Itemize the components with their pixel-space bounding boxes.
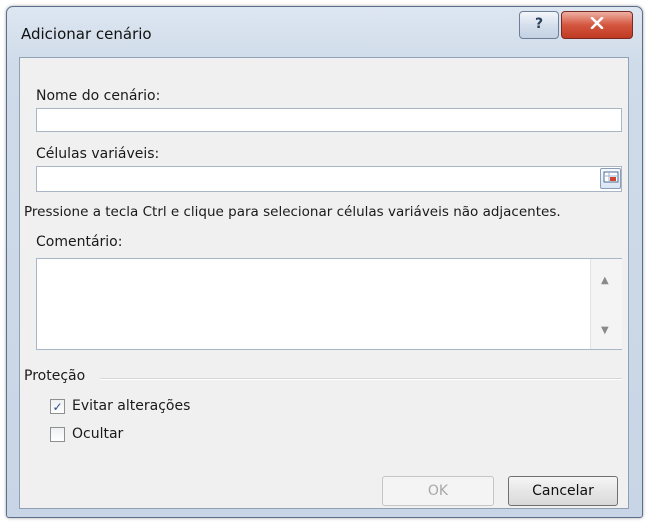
comment-scrollbar[interactable]: ▲ ▼ [590,259,622,349]
scroll-up-icon[interactable]: ▲ [601,275,609,286]
dialog-content: Nome do cenário: Células variáveis: Pres… [19,57,629,509]
help-icon: ? [532,15,546,35]
hide-label[interactable]: Ocultar [72,426,123,442]
close-icon [590,16,604,33]
dialog-title: Adicionar cenário [21,25,152,43]
prevent-changes-label[interactable]: Evitar alterações [72,398,190,414]
protection-group-label: Proteção [24,368,86,384]
scenario-name-input[interactable] [36,108,622,132]
hide-checkbox[interactable] [50,427,65,442]
checkmark-icon: ✓ [52,399,63,414]
changing-cells-label: Células variáveis: [36,146,160,162]
close-button[interactable] [561,11,633,39]
help-button[interactable]: ? [519,11,559,39]
protection-group-divider [100,378,622,380]
cancel-button[interactable]: Cancelar [508,476,618,506]
title-bar[interactable]: Adicionar cenário ? [7,7,642,59]
comment-label: Comentário: [36,234,123,250]
changing-cells-hint: Pressione a tecla Ctrl e clique para sel… [24,204,561,220]
collapse-dialog-button[interactable] [600,168,621,189]
comment-textarea[interactable] [36,258,622,350]
scroll-down-icon[interactable]: ▼ [601,325,609,336]
scenario-name-label: Nome do cenário: [36,88,161,104]
range-select-icon [603,170,619,188]
svg-text:?: ? [535,16,543,31]
add-scenario-dialog: Adicionar cenário ? Nome do cenário: Cél… [6,6,643,518]
prevent-changes-checkbox[interactable]: ✓ [50,399,65,414]
ok-button[interactable]: OK [382,476,494,506]
changing-cells-input[interactable] [36,166,622,192]
